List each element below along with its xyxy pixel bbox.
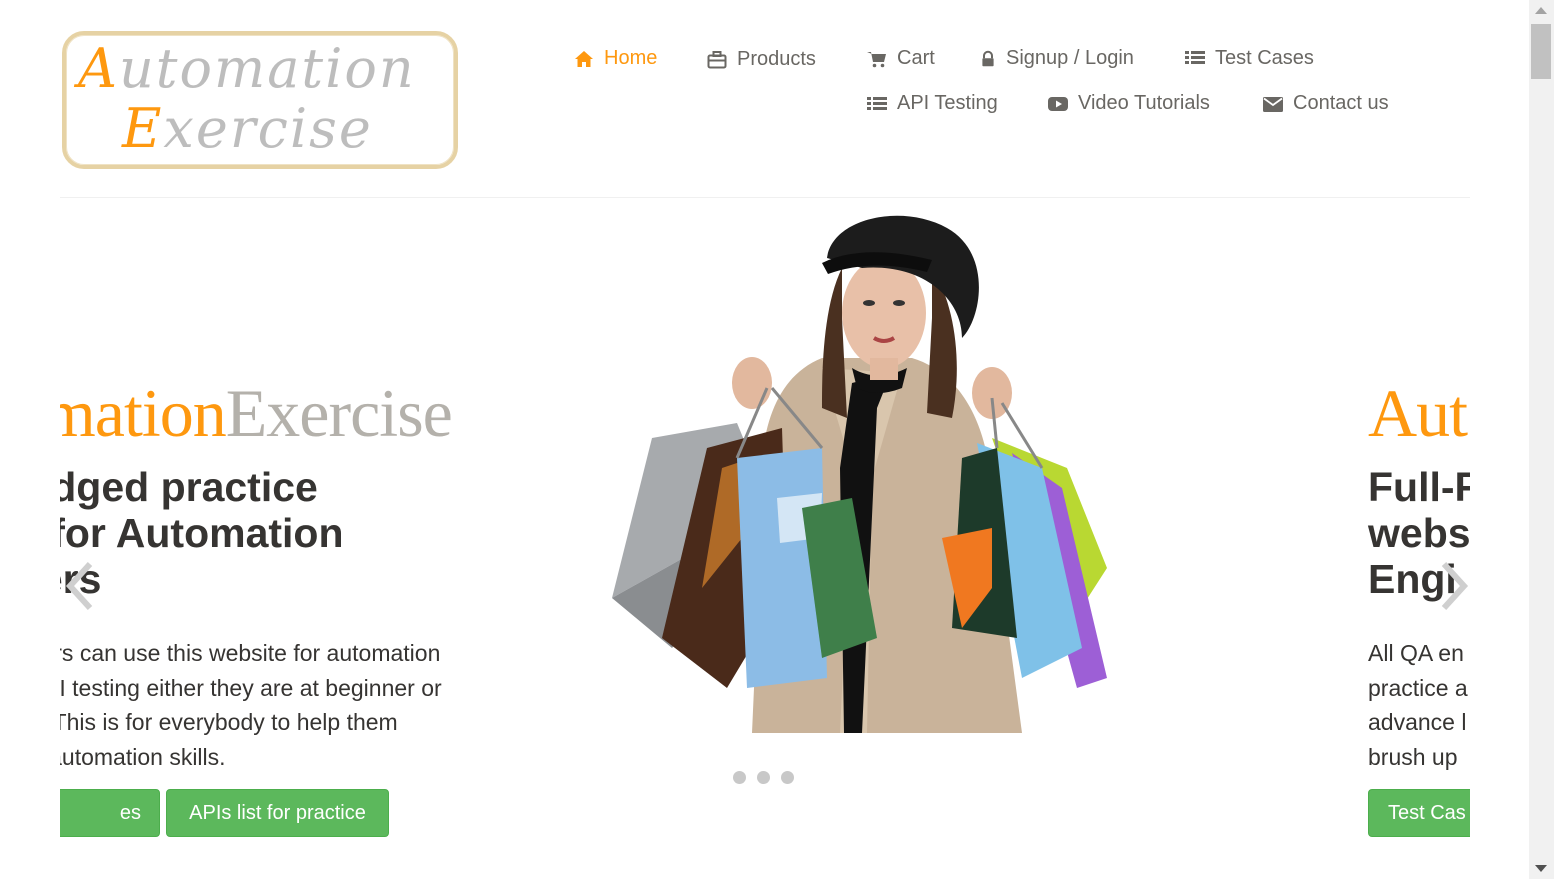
nav-contact-us-label: Contact us bbox=[1293, 92, 1389, 114]
logo-word-automation: utomation bbox=[119, 37, 416, 100]
site-logo[interactable]: Automation Exercise bbox=[62, 31, 458, 169]
slide-brand-title: tomationExercise bbox=[60, 374, 453, 453]
brand-title-orange: tomation bbox=[60, 375, 227, 451]
nav-signup-login-label: Signup / Login bbox=[1006, 47, 1134, 69]
next-slide-description: All QA en practice a advance l brush up bbox=[1368, 640, 1468, 770]
logo-word-exercise: xercise bbox=[163, 97, 373, 160]
scroll-up-arrow-icon[interactable] bbox=[1535, 7, 1547, 14]
logo-letter-a: A bbox=[78, 37, 119, 100]
next-test-cases-button[interactable]: Test Cas bbox=[1368, 789, 1470, 837]
next-slide-brand-title: Aut bbox=[1368, 375, 1468, 451]
slide-heading: Fledged practice ite for Automation neer… bbox=[60, 464, 344, 602]
nav-api-testing[interactable]: API Testing bbox=[867, 92, 998, 115]
nav-test-cases-label: Test Cases bbox=[1215, 47, 1314, 69]
nav-products[interactable]: Products bbox=[707, 48, 816, 71]
briefcase-icon bbox=[707, 50, 727, 68]
lock-icon bbox=[982, 50, 994, 66]
nav-video-tutorials[interactable]: Video Tutorials bbox=[1048, 92, 1210, 115]
nav-products-label: Products bbox=[737, 48, 816, 70]
list-icon bbox=[1185, 50, 1205, 64]
nav-contact-us[interactable]: Contact us bbox=[1263, 92, 1389, 115]
logo-letter-e: E bbox=[122, 97, 164, 160]
test-cases-button[interactable]: es bbox=[60, 789, 160, 837]
nav-video-tutorials-label: Video Tutorials bbox=[1078, 92, 1210, 114]
apis-list-button[interactable]: APIs list for practice bbox=[166, 789, 389, 837]
envelope-icon bbox=[1263, 96, 1283, 112]
brand-title-gray: Exercise bbox=[225, 375, 453, 451]
shopping-cart-icon bbox=[867, 51, 886, 67]
nav-cart-label: Cart bbox=[897, 47, 935, 69]
nav-signup-login[interactable]: Signup / Login bbox=[980, 47, 1134, 70]
carousel-slide-current: tomationExercise Fledged practice ite fo… bbox=[60, 198, 1122, 879]
nav-home-label: Home bbox=[604, 47, 658, 69]
scrollbar-thumb[interactable] bbox=[1531, 24, 1551, 79]
nav-test-cases[interactable]: Test Cases bbox=[1185, 47, 1314, 70]
list-icon bbox=[867, 96, 887, 110]
slide-description: gineers can use this website for automat… bbox=[60, 640, 442, 770]
carousel-indicator-3[interactable] bbox=[781, 771, 794, 784]
home-icon bbox=[575, 50, 593, 67]
nav-home[interactable]: Home bbox=[574, 47, 657, 70]
page-scrollbar[interactable] bbox=[1529, 0, 1554, 879]
carousel-slide-next: Aut Full-F webs Engi All QA en practice … bbox=[1368, 198, 1470, 879]
youtube-play-icon bbox=[1048, 96, 1068, 111]
scroll-down-arrow-icon[interactable] bbox=[1535, 865, 1547, 872]
carousel-next-arrow[interactable] bbox=[1434, 558, 1470, 614]
nav-api-testing-label: API Testing bbox=[897, 92, 998, 114]
girl-with-shopping-bags-image bbox=[612, 215, 1107, 733]
carousel-indicator-1[interactable] bbox=[733, 771, 746, 784]
carousel-prev-arrow[interactable] bbox=[60, 558, 100, 614]
carousel-indicators bbox=[733, 771, 794, 784]
carousel-indicator-2[interactable] bbox=[757, 771, 770, 784]
nav-cart[interactable]: Cart bbox=[867, 47, 935, 70]
